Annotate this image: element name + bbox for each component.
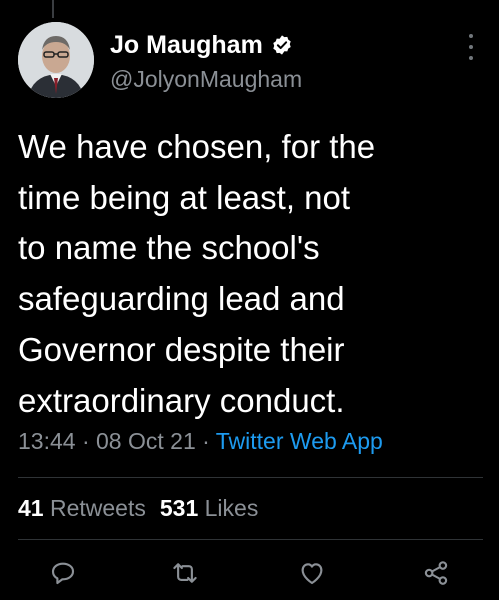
divider [18, 539, 483, 540]
verified-badge-icon [273, 35, 291, 55]
retweets-stat[interactable]: 41 Retweets [18, 495, 146, 521]
tweet-text-line: to name the school's [18, 229, 320, 267]
author-handle[interactable]: @JolyonMaugham [110, 66, 302, 93]
tweet-text-line: Governor despite their [18, 330, 345, 368]
meta-separator: · [195, 428, 216, 454]
likes-count: 531 [159, 495, 199, 521]
reply-icon [51, 562, 75, 585]
tweet-source-link[interactable]: Twitter Web App [216, 428, 383, 454]
tweet-text-line: time being at least, not [18, 178, 351, 216]
thread-connector-line [52, 0, 54, 18]
tweet-meta: 13:44 · 08 Oct 21 · Twitter Web App [18, 428, 383, 455]
likes-label: Likes [204, 495, 259, 521]
tweet-stats: 41 Retweets 531 Likes [18, 495, 258, 522]
meta-separator: · [75, 428, 97, 454]
share-icon [424, 561, 448, 585]
reply-button[interactable] [48, 558, 78, 588]
like-icon [301, 563, 323, 585]
tweet-header: Jo Maugham @JolyonMaugham [18, 22, 488, 102]
display-name[interactable]: Jo Maugham [110, 31, 263, 60]
share-button[interactable] [421, 558, 451, 588]
more-options-icon[interactable] [466, 34, 476, 60]
avatar[interactable] [18, 22, 94, 98]
tweet-actions [0, 552, 499, 592]
likes-stat[interactable]: 531 Likes [160, 495, 258, 521]
tweet-text-line: safeguarding lead and [18, 280, 345, 318]
author-names: Jo Maugham @JolyonMaugham [110, 28, 302, 93]
retweets-label: Retweets [49, 495, 146, 521]
like-button[interactable] [297, 558, 327, 588]
tweet-date[interactable]: 08 Oct 21 [96, 428, 196, 454]
retweets-count: 41 [18, 495, 44, 521]
tweet-text: We have chosen, for the time being at le… [18, 122, 486, 426]
tweet-text-line: We have chosen, for the [18, 128, 376, 165]
tweet-time[interactable]: 13:44 [18, 428, 76, 454]
divider [18, 477, 483, 478]
retweet-button[interactable] [170, 558, 200, 588]
retweet-icon [173, 563, 197, 583]
tweet-text-line: extraordinary conduct. [18, 381, 345, 419]
